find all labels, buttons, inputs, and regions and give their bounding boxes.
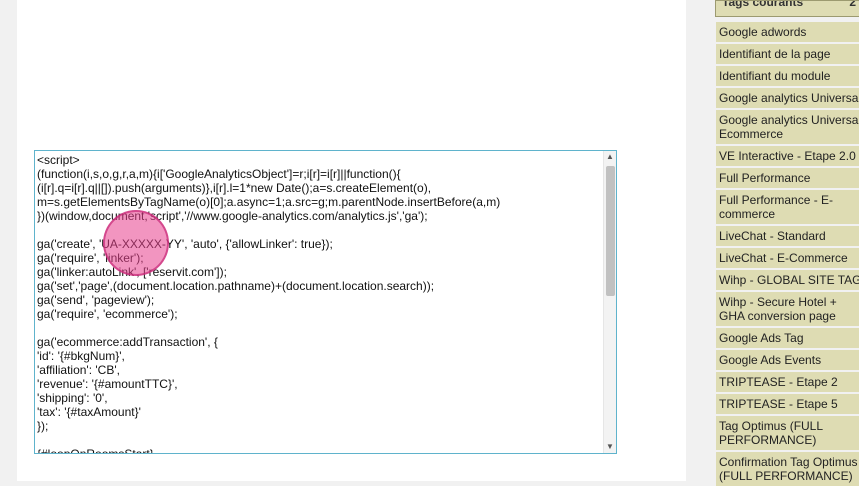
code-line: ga('ecommerce:addTransaction', { — [37, 335, 218, 349]
code-editor[interactable]: <script> (function(i,s,o,g,r,a,m){i['Goog… — [34, 150, 617, 454]
code-line: 'affiliation': 'CB', — [37, 363, 120, 377]
code-line: 'shipping': '0', — [37, 391, 108, 405]
code-line: 'tax': '{#taxAmount}' — [37, 405, 141, 419]
tag-item[interactable]: LiveChat - E-Commerce — [716, 248, 859, 268]
scroll-down-icon[interactable]: ▼ — [604, 441, 616, 453]
scroll-thumb[interactable] — [606, 166, 615, 296]
scroll-up-icon[interactable]: ▲ — [604, 151, 616, 163]
sidebar-header: Tags courants 2 — [715, 0, 859, 17]
code-line: {#loopOnRoomsStart} — [37, 447, 602, 453]
tag-item[interactable]: TRIPTEASE - Etape 2 — [716, 372, 859, 392]
tag-item[interactable]: Full Performance — [716, 168, 859, 188]
sidebar-header-count: 2 — [849, 0, 856, 9]
tag-item[interactable]: Google Ads Events — [716, 350, 859, 370]
tag-item[interactable]: VE Interactive - Etape 2.0 — [716, 146, 859, 166]
code-textarea[interactable]: <script> (function(i,s,o,g,r,a,m){i['Goog… — [37, 153, 602, 453]
click-indicator — [103, 210, 169, 276]
tag-item[interactable]: Identifiant de la page — [716, 44, 859, 64]
tag-item[interactable]: Google analytics Universal — [716, 88, 859, 108]
code-line: ga('set','page',(document.location.pathn… — [37, 279, 435, 293]
code-line: }); — [37, 419, 49, 433]
tag-item[interactable]: Tag Optimus (FULL PERFORMANCE) — [716, 416, 859, 450]
editor-scrollbar[interactable]: ▲ ▼ — [603, 151, 616, 453]
code-line: 'revenue': '{#amountTTC}', — [37, 377, 178, 391]
sidebar-header-label: Tags courants — [722, 0, 804, 9]
code-line: (function(i,s,o,g,r,a,m){i['GoogleAnalyt… — [37, 167, 401, 181]
tag-item[interactable]: Google Ads Tag — [716, 328, 859, 348]
tag-item[interactable]: LiveChat - Standard — [716, 226, 859, 246]
code-line: (i[r].q=i[r].q||[]).push(arguments)},i[r… — [37, 181, 432, 195]
tag-item[interactable]: Wihp - GLOBAL SITE TAG — [716, 270, 859, 290]
tag-item[interactable]: Google adwords — [716, 22, 859, 42]
code-line: m=s.getElementsByTagName(o)[0];a.async=1… — [37, 195, 501, 209]
tag-item[interactable]: Identifiant du module — [716, 66, 859, 86]
code-line: 'id': '{#bkgNum}', — [37, 349, 125, 363]
tag-item[interactable]: Full Performance - E-commerce — [716, 190, 859, 224]
code-line: <script> — [37, 153, 80, 167]
code-line: ga('send', 'pageview'); — [37, 293, 155, 307]
tag-item[interactable]: TRIPTEASE - Etape 5 — [716, 394, 859, 414]
tags-sidebar: Tags courants 2 Google adwords Identifia… — [715, 0, 859, 486]
code-line: ga('require', 'ecommerce'); — [37, 307, 178, 321]
tag-item[interactable]: Google analytics Universal Ecommerce — [716, 110, 859, 144]
tag-item[interactable]: Wihp - Secure Hotel + GHA conversion pag… — [716, 292, 859, 326]
